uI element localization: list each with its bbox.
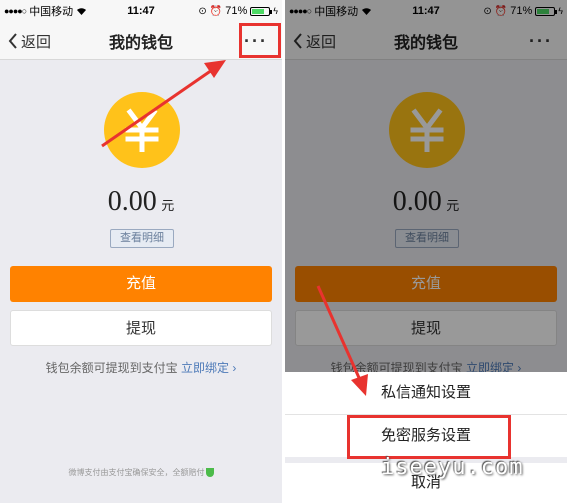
chevron-left-icon [8, 33, 17, 49]
battery-percent: 71% [225, 5, 248, 17]
password-free-highlight [347, 415, 511, 459]
balance-unit: 元 [161, 198, 175, 213]
wifi-icon [77, 7, 87, 15]
carrier-label: 中国移动 [29, 6, 74, 18]
security-note: 微博支付由支付宝确保安全，全额赔付 [0, 467, 282, 478]
signal-icon: ●●●●○ [4, 6, 27, 16]
status-bar: ●●●●○ 中国移动 11:47 ⊙ ⏰ 71% ϟ [0, 0, 282, 22]
shield-icon [205, 468, 214, 478]
balance-display: 0.00 元 [0, 186, 282, 218]
wallet-screen-right: ●●●●○ 中国移动 11:47 ⊙ ⏰ 71% ϟ 返回 我的钱包 ··· 0… [285, 0, 567, 503]
back-label: 返回 [21, 33, 52, 51]
charging-icon: ϟ [273, 6, 278, 16]
sheet-item-message-notification[interactable]: 私信通知设置 [285, 372, 567, 414]
recharge-button[interactable]: 充值 [10, 266, 272, 302]
yuan-coin-icon [104, 92, 180, 168]
clock-time: 11:47 [127, 5, 155, 17]
bind-now-link[interactable]: 立即绑定 › [181, 361, 236, 375]
back-button[interactable]: 返回 [8, 22, 51, 60]
orientation-lock-icon: ⊙ [198, 5, 207, 17]
battery-icon [250, 6, 273, 16]
withdraw-hint: 钱包余额可提现到支付宝 立即绑定 › [0, 359, 282, 376]
view-details-button[interactable]: 查看明细 [110, 229, 174, 248]
alarm-icon: ⏰ [209, 5, 223, 17]
withdraw-hint-text: 钱包余额可提现到支付宝 [45, 361, 178, 375]
withdraw-button[interactable]: 提现 [10, 310, 272, 346]
more-button-highlight [239, 23, 281, 58]
wallet-screen-left: ●●●●○ 中国移动 11:47 ⊙ ⏰ 71% ϟ 返回 我的钱包 ··· 0… [0, 0, 282, 503]
watermark-text: iseeyu.com [381, 455, 524, 480]
security-note-text: 微博支付由支付宝确保安全，全额赔付 [68, 468, 205, 477]
balance-amount: 0.00 [107, 186, 157, 217]
